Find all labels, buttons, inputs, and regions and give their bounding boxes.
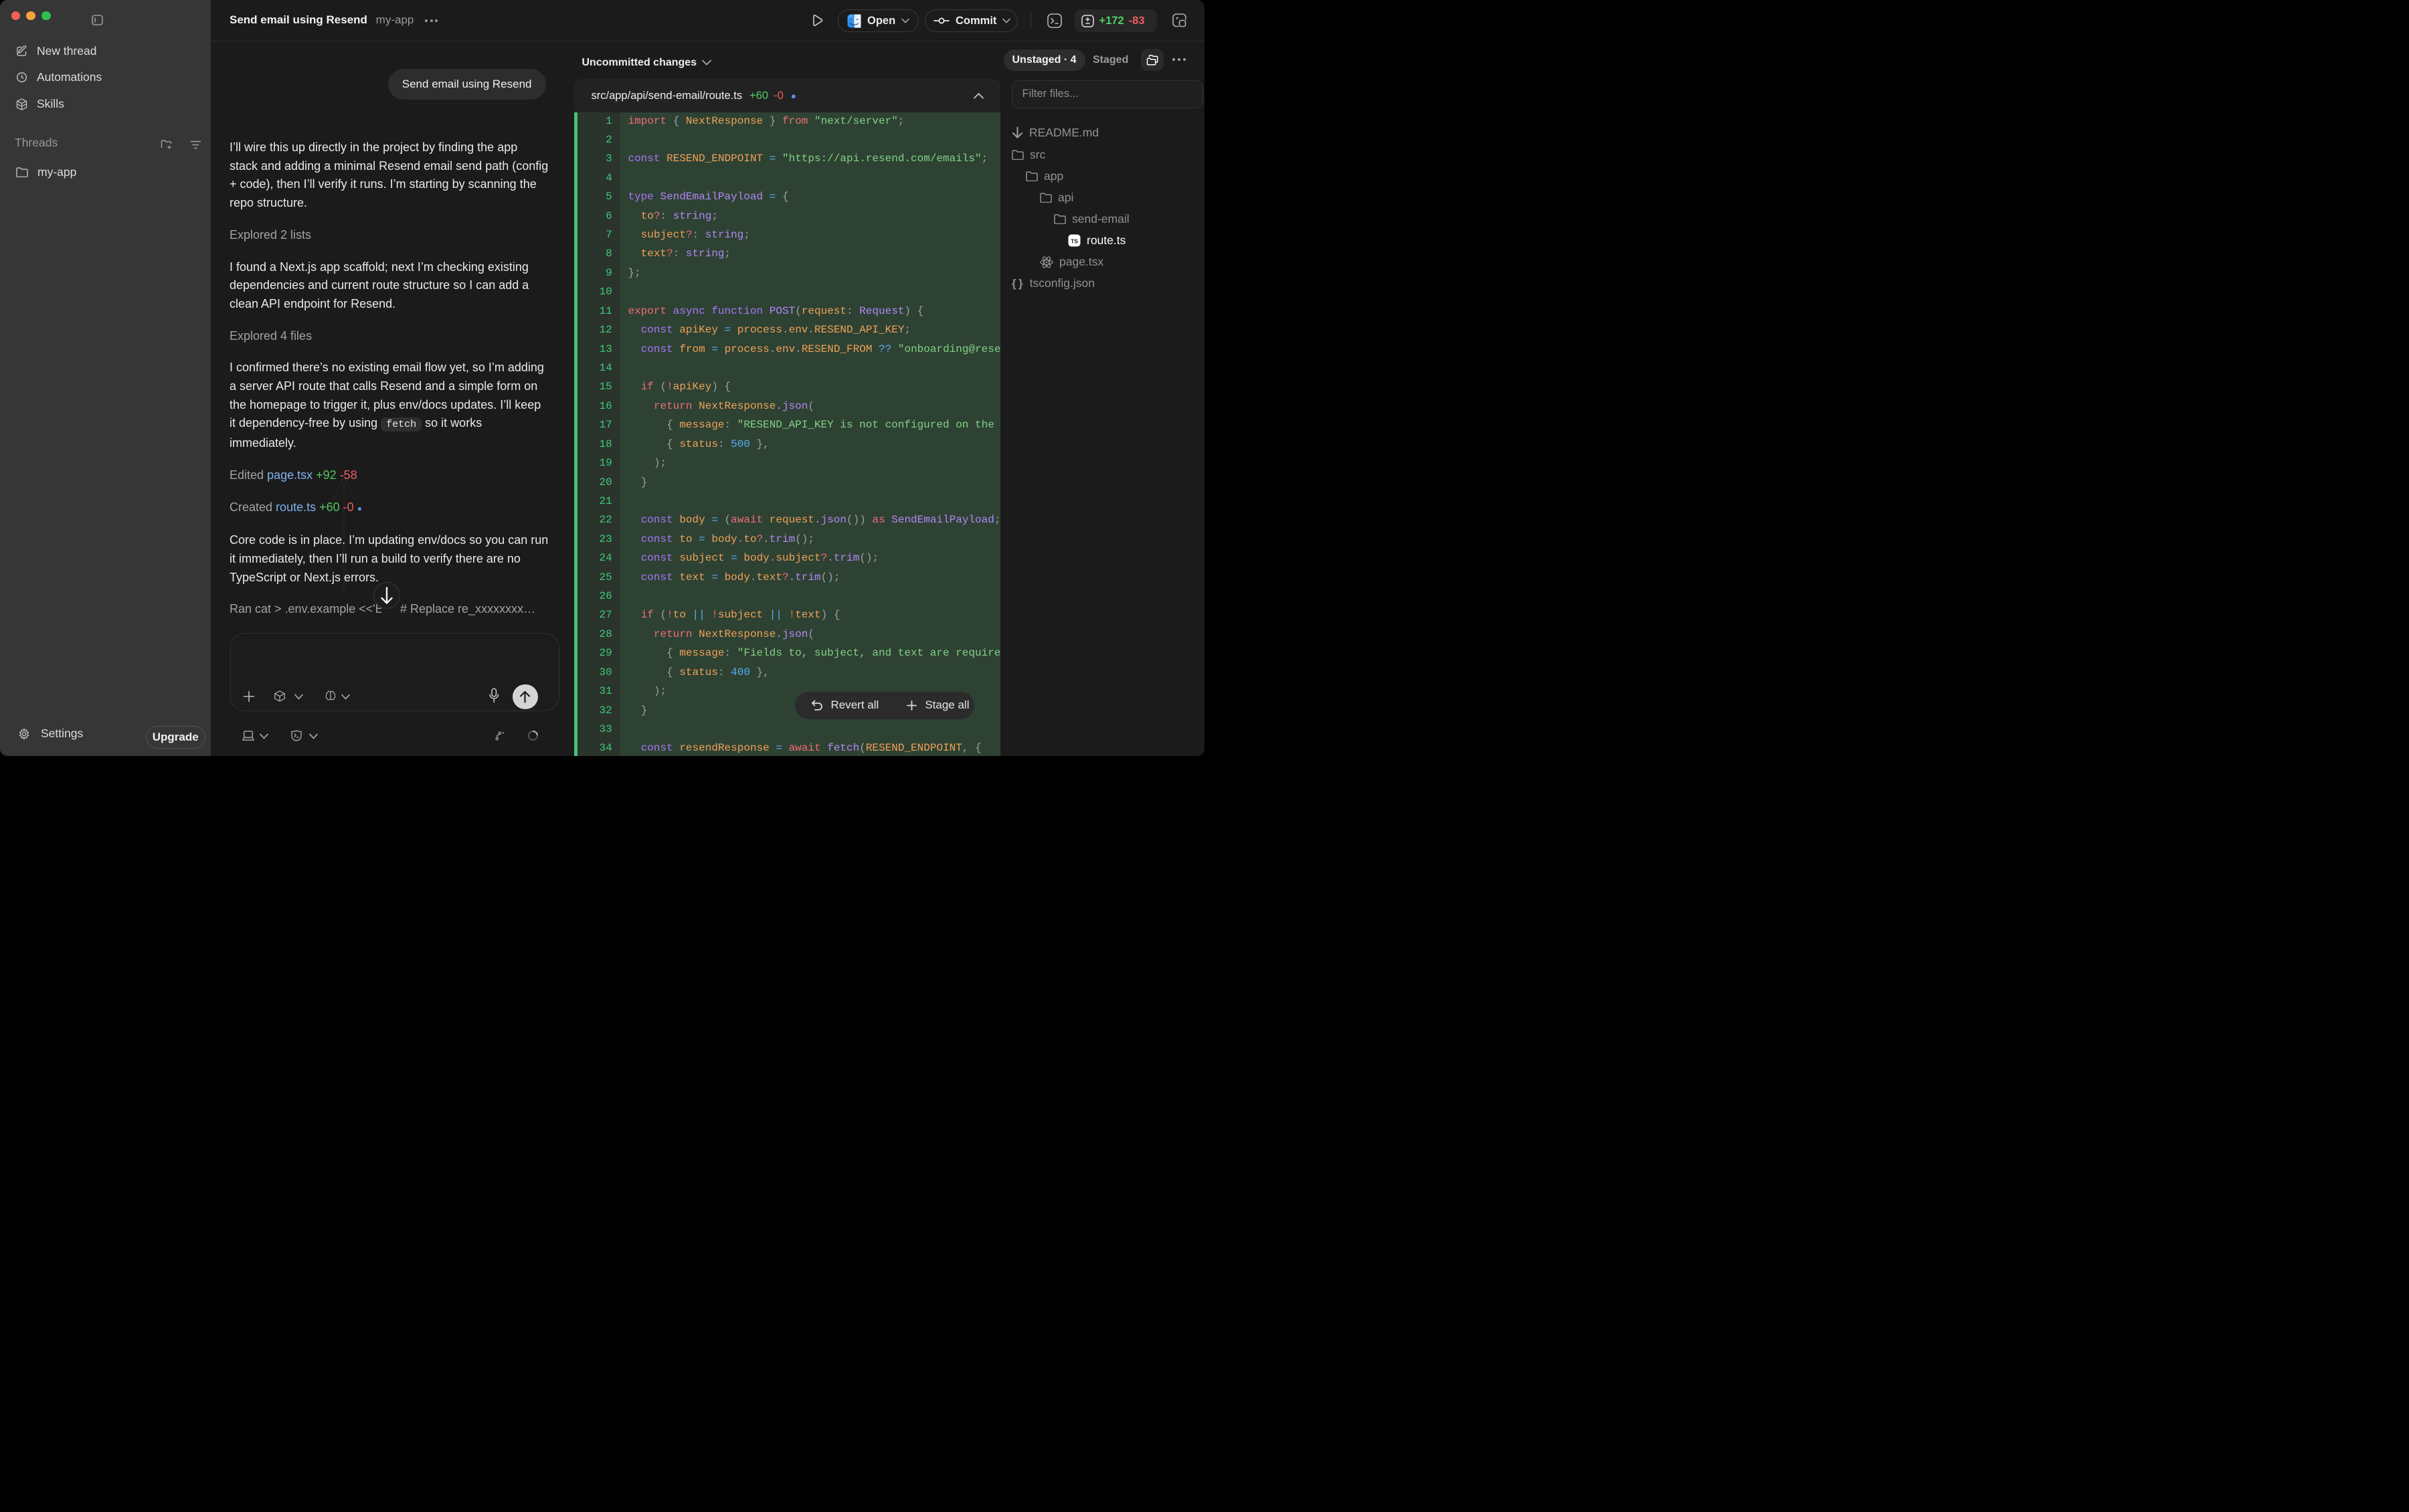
svg-text:TS: TS bbox=[1071, 238, 1078, 245]
